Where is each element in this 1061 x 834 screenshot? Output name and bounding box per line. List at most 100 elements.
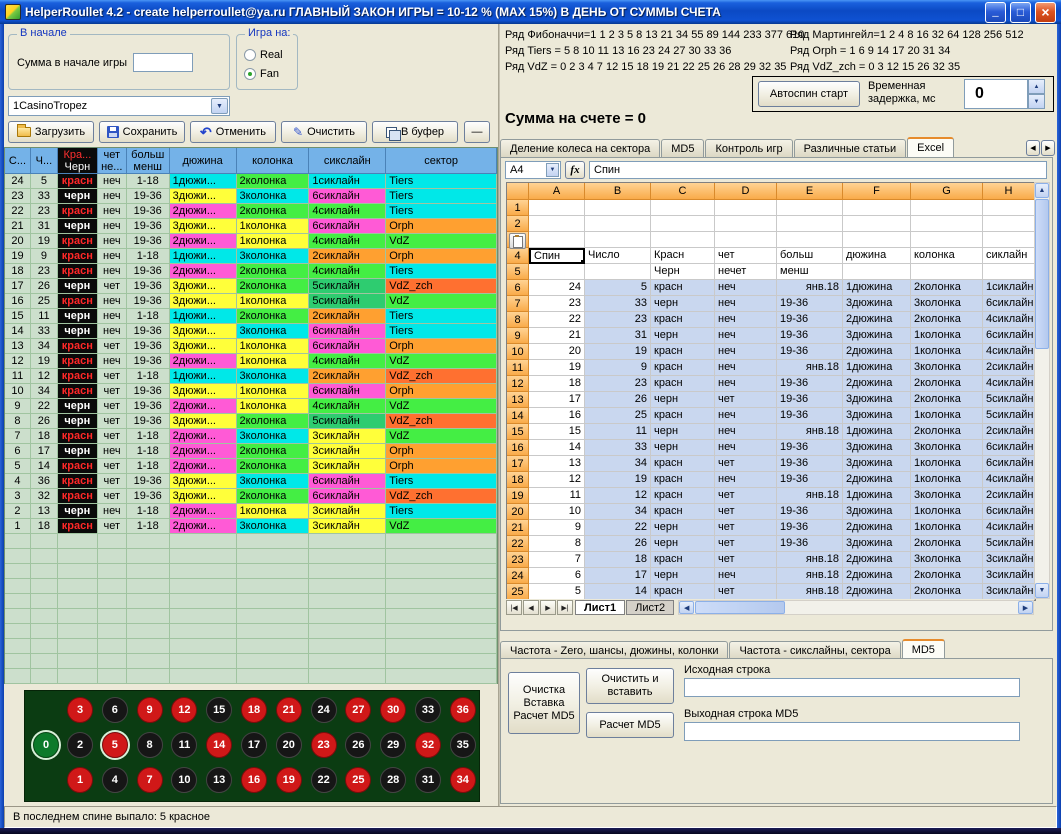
cell-A25[interactable]: 5 <box>529 584 585 600</box>
cell-C13[interactable]: черн <box>651 392 715 408</box>
tab-частота-zero-шансы-дюжины-колонки[interactable]: Частота - Zero, шансы, дюжины, колонки <box>500 641 728 659</box>
cell-B24[interactable]: 17 <box>585 568 651 584</box>
cell-B4[interactable]: Число <box>585 248 651 264</box>
cell-D4[interactable]: чет <box>715 248 777 264</box>
cell-A20[interactable]: 10 <box>529 504 585 520</box>
cell-D17[interactable]: чет <box>715 456 777 472</box>
cell-F5[interactable] <box>843 264 911 280</box>
cell-E16[interactable]: 19-36 <box>777 440 843 456</box>
autospin-start-button[interactable]: Автоспин старт <box>758 81 860 107</box>
wheel-number-29[interactable]: 29 <box>380 732 406 758</box>
cell-B14[interactable]: 25 <box>585 408 651 424</box>
cell-F22[interactable]: 3дюжина <box>843 536 911 552</box>
cell-E15[interactable]: янв.18 <box>777 424 843 440</box>
cell-G25[interactable]: 2колонка <box>911 584 983 600</box>
column-header-B[interactable]: B <box>585 183 651 200</box>
minimize-button[interactable] <box>985 2 1006 23</box>
column-header-H[interactable]: H <box>983 183 1035 200</box>
cell-H17[interactable]: 6сиклайн <box>983 456 1035 472</box>
cell-D14[interactable]: неч <box>715 408 777 424</box>
cell-F11[interactable]: 1дюжина <box>843 360 911 376</box>
column-header-F[interactable]: F <box>843 183 911 200</box>
cell-E11[interactable]: янв.18 <box>777 360 843 376</box>
row-header-22[interactable]: 22 <box>507 536 529 552</box>
cell-H15[interactable]: 2сиклайн <box>983 424 1035 440</box>
cell-H24[interactable]: 3сиклайн <box>983 568 1035 584</box>
cell-A12[interactable]: 18 <box>529 376 585 392</box>
cell-H1[interactable] <box>983 200 1035 216</box>
cell-G11[interactable]: 3колонка <box>911 360 983 376</box>
cell-B17[interactable]: 34 <box>585 456 651 472</box>
cell-E9[interactable]: 19-36 <box>777 328 843 344</box>
cell-B21[interactable]: 22 <box>585 520 651 536</box>
wheel-number-17[interactable]: 17 <box>241 732 267 758</box>
cell-G9[interactable]: 1колонка <box>911 328 983 344</box>
cell-A2[interactable] <box>529 216 585 232</box>
cell-C9[interactable]: черн <box>651 328 715 344</box>
cell-B8[interactable]: 23 <box>585 312 651 328</box>
row-header-13[interactable]: 13 <box>507 392 529 408</box>
cell-C1[interactable] <box>651 200 715 216</box>
cell-A19[interactable]: 11 <box>529 488 585 504</box>
row-header-5[interactable]: 5 <box>507 264 529 280</box>
cell-B11[interactable]: 9 <box>585 360 651 376</box>
row-header-6[interactable]: 6 <box>507 280 529 296</box>
sheet-last-icon[interactable]: ▶| <box>557 600 573 615</box>
cell-H13[interactable]: 5сиклайн <box>983 392 1035 408</box>
column-header-A[interactable]: A <box>529 183 585 200</box>
wheel-number-35[interactable]: 35 <box>450 732 476 758</box>
cell-A4[interactable]: Спин <box>529 248 585 264</box>
cell-E14[interactable]: 19-36 <box>777 408 843 424</box>
cell-E23[interactable]: янв.18 <box>777 552 843 568</box>
cell-E18[interactable]: 19-36 <box>777 472 843 488</box>
cell-H11[interactable]: 2сиклайн <box>983 360 1035 376</box>
sheet-first-icon[interactable]: |◀ <box>506 600 522 615</box>
column-header-E[interactable]: E <box>777 183 843 200</box>
wheel-number-24[interactable]: 24 <box>311 697 337 723</box>
cell-F15[interactable]: 1дюжина <box>843 424 911 440</box>
cell-G20[interactable]: 1колонка <box>911 504 983 520</box>
cell-H22[interactable]: 5сиклайн <box>983 536 1035 552</box>
cell-C19[interactable]: красн <box>651 488 715 504</box>
cell-name-box[interactable]: A4 <box>505 161 561 179</box>
row-header-21[interactable]: 21 <box>507 520 529 536</box>
cell-H19[interactable]: 2сиклайн <box>983 488 1035 504</box>
cell-D18[interactable]: неч <box>715 472 777 488</box>
cell-H14[interactable]: 5сиклайн <box>983 408 1035 424</box>
spinner-up-icon[interactable] <box>1028 79 1045 94</box>
cell-E5[interactable]: менш <box>777 264 843 280</box>
cell-D1[interactable] <box>715 200 777 216</box>
cell-H20[interactable]: 6сиклайн <box>983 504 1035 520</box>
cell-G8[interactable]: 2колонка <box>911 312 983 328</box>
cell-B20[interactable]: 34 <box>585 504 651 520</box>
wheel-number-1[interactable]: 1 <box>67 767 93 793</box>
cell-G10[interactable]: 1колонка <box>911 344 983 360</box>
wheel-number-19[interactable]: 19 <box>276 767 302 793</box>
tab-частота-сикслайны-сектора[interactable]: Частота - сикслайны, сектора <box>729 641 900 659</box>
cell-B5[interactable] <box>585 264 651 280</box>
row-header-20[interactable]: 20 <box>507 504 529 520</box>
chevron-down-icon[interactable] <box>546 163 559 177</box>
save-button[interactable]: Сохранить <box>99 121 185 143</box>
vertical-scrollbar[interactable]: ▲ ▼ <box>1034 182 1050 599</box>
undo-button[interactable]: ↶Отменить <box>190 121 276 143</box>
cell-G16[interactable]: 3колонка <box>911 440 983 456</box>
wheel-number-10[interactable]: 10 <box>171 767 197 793</box>
radio-option-real[interactable]: Real <box>244 49 283 61</box>
cell-E13[interactable]: 19-36 <box>777 392 843 408</box>
cell-C14[interactable]: красн <box>651 408 715 424</box>
cell-F20[interactable]: 3дюжина <box>843 504 911 520</box>
cell-H2[interactable] <box>983 216 1035 232</box>
cell-D8[interactable]: неч <box>715 312 777 328</box>
wheel-number-32[interactable]: 32 <box>415 732 441 758</box>
wheel-number-26[interactable]: 26 <box>345 732 371 758</box>
cell-G17[interactable]: 1колонка <box>911 456 983 472</box>
wheel-number-7[interactable]: 7 <box>137 767 163 793</box>
insert-function-button[interactable]: fx <box>565 161 585 179</box>
tab-md5[interactable]: MD5 <box>902 639 945 659</box>
row-header-7[interactable]: 7 <box>507 296 529 312</box>
cell-A3[interactable] <box>529 232 585 248</box>
cell-B12[interactable]: 23 <box>585 376 651 392</box>
column-header-G[interactable]: G <box>911 183 983 200</box>
tab-scroll-right-icon[interactable]: ▶ <box>1041 140 1055 156</box>
